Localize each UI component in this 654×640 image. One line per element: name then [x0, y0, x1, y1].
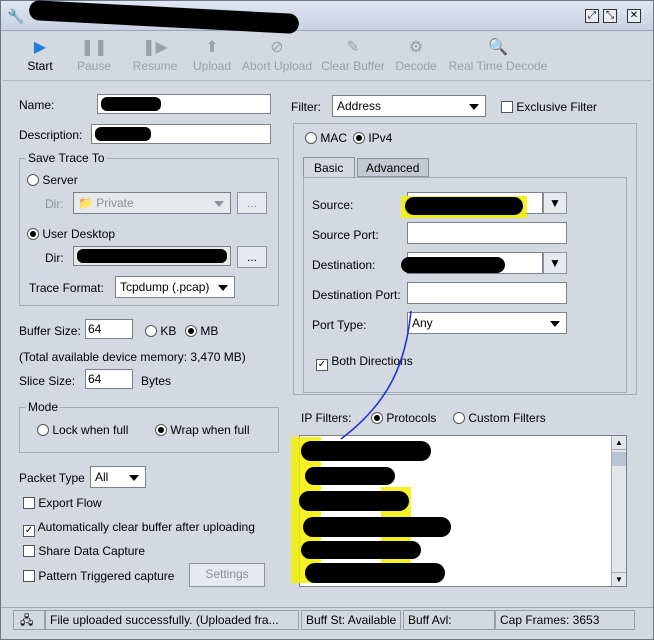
redacted-protocol — [301, 441, 431, 461]
desktop-dir-label: Dir: — [45, 251, 64, 265]
pause-button[interactable]: ❚❚ Pause — [69, 37, 119, 79]
mb-radio[interactable]: MB — [185, 324, 218, 338]
chevron-down-icon: ▼ — [549, 196, 561, 210]
buffer-size-input[interactable]: 64 — [85, 319, 133, 339]
abort-upload-icon: ⊘ — [270, 39, 284, 56]
pen-annotation — [340, 310, 412, 440]
pattern-triggered-checkbox[interactable]: Pattern Triggered capture — [23, 569, 174, 583]
settings-button[interactable]: Settings — [189, 563, 265, 587]
name-label: Name: — [19, 98, 55, 112]
redacted-protocol — [305, 467, 395, 485]
description-label: Description: — [19, 128, 83, 142]
trace-format-label: Trace Format: — [29, 281, 104, 295]
trace-format-select[interactable]: Tcpdump (.pcap) — [115, 276, 235, 298]
pause-icon: ❚❚ — [80, 39, 108, 56]
auto-clear-checkbox[interactable]: ✓ Automatically clear buffer after uploa… — [23, 520, 255, 537]
user-desktop-radio[interactable]: User Desktop — [27, 227, 115, 241]
destination-label: Destination: — [312, 258, 376, 272]
eraser-icon: ✎ — [346, 39, 360, 56]
ipv4-radio[interactable]: IPv4 — [353, 131, 392, 145]
redacted-protocol — [301, 541, 421, 559]
exclusive-filter-checkbox[interactable]: Exclusive Filter — [501, 100, 597, 114]
abort-upload-button[interactable]: ⊘ Abort Upload — [239, 37, 315, 79]
redacted-description — [95, 127, 151, 141]
packet-type-label: Packet Type — [19, 471, 85, 485]
capture-window: 🔧 ⤢ ⤡ ✕ ▶ Start ❚❚ Pause ❚▶ Resume ⬆ Upl… — [0, 0, 654, 640]
upload-icon: ⬆ — [205, 39, 219, 56]
magnifier-icon: 🔍 — [488, 39, 508, 56]
source-port-label: Source Port: — [312, 228, 379, 242]
scroll-up-icon[interactable]: ▲ — [612, 436, 626, 450]
scroll-down-icon[interactable]: ▼ — [612, 572, 626, 586]
destination-dropdown-button[interactable]: ▼ — [543, 252, 567, 274]
port-type-select[interactable]: Any — [407, 312, 567, 334]
scroll-thumb[interactable] — [612, 452, 626, 466]
play-icon: ▶ — [33, 39, 47, 56]
cap-frames: Cap Frames: 3653 — [495, 610, 635, 630]
lock-when-full-radio[interactable]: Lock when full — [37, 423, 128, 437]
redacted-name — [101, 97, 161, 111]
redacted-source — [405, 197, 523, 215]
decode-button[interactable]: ⚙ Decode — [393, 37, 439, 79]
save-trace-title: Save Trace To — [26, 151, 107, 165]
network-icon: 🖧 — [13, 610, 45, 630]
tab-advanced[interactable]: Advanced — [357, 158, 429, 177]
custom-filters-radio[interactable]: Custom Filters — [453, 411, 546, 425]
redacted-title — [28, 0, 300, 35]
toolbar: ▶ Start ❚❚ Pause ❚▶ Resume ⬆ Upload ⊘ Ab… — [3, 33, 651, 81]
chevron-down-icon: ▼ — [549, 256, 561, 270]
mode-title: Mode — [26, 400, 61, 414]
redacted-protocol — [303, 517, 451, 537]
resume-icon: ❚▶ — [142, 39, 168, 56]
folder-icon: 📁 — [78, 196, 93, 210]
filter-select[interactable]: Address — [332, 95, 486, 117]
app-icon: 🔧 — [7, 8, 25, 24]
minimize-icon[interactable]: ⤡ — [603, 9, 617, 23]
tab-basic[interactable]: Basic — [303, 157, 355, 178]
memory-note: (Total available device memory: 3,470 MB… — [19, 350, 246, 364]
kb-radio[interactable]: KB — [145, 324, 176, 338]
server-radio[interactable]: Server — [27, 173, 78, 187]
redacted-protocol — [305, 563, 445, 583]
buff-avl: Buff Avl: — [403, 610, 495, 630]
status-bar: 🖧 File uploaded successfully. (Uploaded … — [1, 607, 653, 631]
resume-button[interactable]: ❚▶ Resume — [127, 37, 183, 79]
destination-port-label: Destination Port: — [312, 288, 401, 302]
desktop-browse-button[interactable]: ... — [237, 246, 267, 268]
packet-type-select[interactable]: All — [90, 466, 146, 488]
export-flow-checkbox[interactable]: Export Flow — [23, 496, 102, 510]
redacted-dir — [77, 249, 227, 263]
destination-port-input[interactable] — [407, 282, 567, 304]
server-browse-button[interactable]: ... — [237, 192, 267, 214]
mac-radio[interactable]: MAC — [305, 131, 347, 145]
source-dropdown-button[interactable]: ▼ — [543, 192, 567, 214]
slice-size-input[interactable]: 64 — [85, 369, 133, 389]
decode-icon: ⚙ — [408, 39, 424, 56]
source-port-input[interactable] — [407, 222, 567, 244]
upload-button[interactable]: ⬆ Upload — [189, 37, 235, 79]
redacted-protocol — [299, 491, 409, 511]
buff-st: Buff St: Available — [301, 610, 401, 630]
status-message: File uploaded successfully. (Uploaded fr… — [45, 610, 299, 630]
protocol-list-scrollbar[interactable]: ▲ ▼ — [611, 436, 626, 586]
start-button[interactable]: ▶ Start — [15, 37, 65, 79]
restore-icon[interactable]: ⤢ — [585, 9, 599, 23]
filter-label: Filter: — [291, 100, 321, 114]
server-dir-label: Dir: — [45, 197, 64, 211]
slice-size-label: Slice Size: — [19, 374, 76, 388]
close-icon[interactable]: ✕ — [627, 9, 641, 23]
bytes-label: Bytes — [141, 374, 172, 388]
share-data-checkbox[interactable]: Share Data Capture — [23, 544, 145, 558]
buffer-size-label: Buffer Size: — [19, 324, 81, 338]
title-bar: 🔧 ⤢ ⤡ ✕ — [1, 0, 653, 35]
source-label: Source: — [312, 198, 354, 212]
wrap-when-full-radio[interactable]: Wrap when full — [155, 423, 250, 437]
real-time-decode-button[interactable]: 🔍 Real Time Decode — [443, 37, 553, 79]
server-dir-select[interactable]: 📁 Private — [73, 192, 231, 214]
redacted-destination — [401, 257, 505, 273]
clear-buffer-button[interactable]: ✎ Clear Buffer — [319, 37, 387, 79]
